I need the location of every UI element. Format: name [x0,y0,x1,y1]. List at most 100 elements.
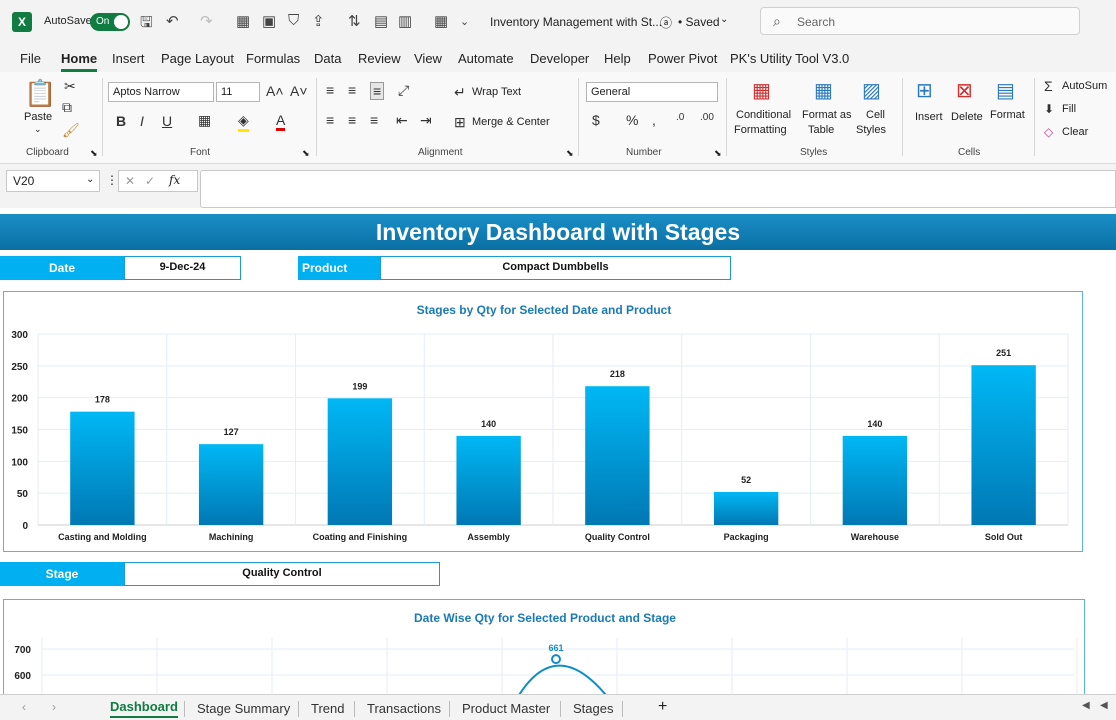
picture-icon[interactable]: ▣ [262,12,276,30]
name-box-chevron-icon[interactable]: ⌄ [86,174,94,185]
increase-indent-icon[interactable]: ⇥ [420,112,432,129]
saved-status[interactable]: • Saved [678,15,720,29]
enter-icon[interactable]: ✓ [145,174,155,188]
tab-stages[interactable]: Stages [573,701,613,716]
menu-view[interactable]: View [414,51,442,66]
add-sheet-icon[interactable]: + [658,698,667,716]
fill-color-icon[interactable]: ◈ [238,112,249,132]
percent-icon[interactable]: % [626,112,638,128]
autosum-icon[interactable]: Σ [1044,78,1053,94]
fill-button[interactable]: Fill [1062,103,1076,115]
stages-chart[interactable]: Stages by Qty for Selected Date and Prod… [3,291,1083,552]
tab-dashboard[interactable]: Dashboard [110,699,178,718]
alignment-launcher-icon[interactable]: ⬊ [566,148,574,159]
decrease-indent-icon[interactable]: ⇤ [396,112,408,129]
underline-icon[interactable]: U [162,113,172,129]
number-launcher-icon[interactable]: ⬊ [714,148,722,159]
grid-icon[interactable]: ▤ [374,12,388,30]
number-format-dropdown[interactable]: General [586,82,718,102]
cell-styles-button-line2[interactable]: Styles [856,124,886,136]
table-icon[interactable]: ▦ [236,12,250,30]
conditional-formatting-icon[interactable]: ▦ [752,78,771,103]
border-icon[interactable]: ▦ [198,112,211,129]
conditional-formatting-button-line2[interactable]: Formatting [734,124,787,136]
filter-icon[interactable]: ⛉ [288,12,299,29]
autosum-button[interactable]: AutoSum [1062,80,1107,92]
autosave-toggle[interactable]: On [90,13,130,31]
cell-styles-icon[interactable]: ▨ [862,78,881,103]
paste-icon[interactable]: 📋 [24,78,56,109]
worksheet[interactable]: Inventory Dashboard with Stages Date 9-D… [0,208,1116,700]
align-right-icon[interactable]: ≡ [370,112,378,128]
insert-cells-button[interactable]: Insert [915,111,943,123]
orientation-icon[interactable]: ⤢ [398,82,409,99]
menu-developer[interactable]: Developer [530,51,589,66]
menu-file[interactable]: File [20,51,41,66]
stage-value[interactable]: Quality Control [124,562,440,586]
fx-icon[interactable]: fx [169,173,180,187]
merge-center-button[interactable]: Merge & Center [472,116,550,128]
tab-trend[interactable]: Trend [311,701,344,716]
align-left-icon[interactable]: ≡ [326,112,334,128]
insert-cells-icon[interactable]: ⊞ [916,78,933,103]
increase-font-icon[interactable]: A˄ [266,83,284,99]
tab-stage-summary[interactable]: Stage Summary [197,701,290,716]
decrease-font-icon[interactable]: A˅ [290,83,308,99]
bold-icon[interactable]: B [116,113,126,129]
menu-help[interactable]: Help [604,51,631,66]
sort-icon[interactable]: ⇅ [348,12,361,30]
format-cells-button[interactable]: Format [990,109,1025,121]
save-icon[interactable]: 🖫 [140,12,153,37]
menu-review[interactable]: Review [358,51,401,66]
format-table-button[interactable]: Format as [802,109,852,121]
decrease-decimal-icon[interactable]: .00 [700,112,714,123]
clipboard-launcher-icon[interactable]: ⬊ [90,148,98,159]
date-value[interactable]: 9-Dec-24 [124,256,241,280]
align-bottom-icon[interactable]: ≡ [370,82,385,100]
align-top-icon[interactable]: ≡ [326,82,334,98]
customize-icon[interactable]: ⌄ [460,15,469,28]
delete-cells-icon[interactable]: ⊠ [956,78,973,103]
format-painter-icon[interactable]: 🖌 [62,122,80,139]
next-sheet-icon[interactable]: › [52,700,56,714]
cut-icon[interactable]: ✂ [64,78,76,95]
currency-icon[interactable]: $ [592,112,600,128]
menu-page-layout[interactable]: Page Layout [161,51,234,66]
redo-icon[interactable]: ↷ [200,12,213,30]
align-middle-icon[interactable]: ≡ [348,82,356,98]
tab-transactions[interactable]: Transactions [367,701,441,716]
cancel-icon[interactable]: ✕ [125,174,135,188]
menu-automate[interactable]: Automate [458,51,514,66]
italic-icon[interactable]: I [140,113,144,129]
menu-insert[interactable]: Insert [112,51,145,66]
date-wise-chart[interactable]: Date Wise Qty for Selected Product and S… [3,599,1085,700]
scroll-left-icon[interactable]: ◀ [1082,700,1090,711]
cell-styles-button[interactable]: Cell [866,109,885,121]
menu-power-pivot[interactable]: Power Pivot [648,51,717,66]
format-table-button-line2[interactable]: Table [808,124,834,136]
scroll-dot-icon[interactable]: ◀ [1100,700,1108,711]
menu-home[interactable]: Home [61,51,98,72]
copy-icon[interactable]: ⧉ [62,99,72,116]
wrap-text-icon[interactable]: ↵ [454,84,466,101]
fill-icon[interactable]: ⬇ [1044,102,1054,116]
calc-icon[interactable]: ▦ [434,12,448,30]
font-color-icon[interactable]: A [276,112,286,131]
form-icon[interactable]: ▥ [398,12,412,30]
align-center-icon[interactable]: ≡ [348,112,356,128]
font-name-dropdown[interactable]: Aptos Narrow [108,82,214,102]
font-size-dropdown[interactable]: 11 [216,82,260,102]
product-value[interactable]: Compact Dumbbells [380,256,731,280]
increase-decimal-icon[interactable]: .0 [676,112,684,123]
formula-input[interactable] [200,170,1116,208]
format-table-icon[interactable]: ▦ [814,78,833,103]
menu-utility-tool[interactable]: PK's Utility Tool V3.0 [730,51,849,66]
search-box[interactable]: ⌕ Search [760,7,1080,35]
clear-button[interactable]: Clear [1062,126,1088,138]
paste-button[interactable]: Paste [24,111,52,123]
wrap-text-button[interactable]: Wrap Text [472,86,521,98]
more-icon[interactable]: ⋮ [106,173,118,187]
undo-icon[interactable]: ↶ [166,12,179,30]
tab-product-master[interactable]: Product Master [462,701,550,716]
prev-sheet-icon[interactable]: ‹ [22,700,26,714]
